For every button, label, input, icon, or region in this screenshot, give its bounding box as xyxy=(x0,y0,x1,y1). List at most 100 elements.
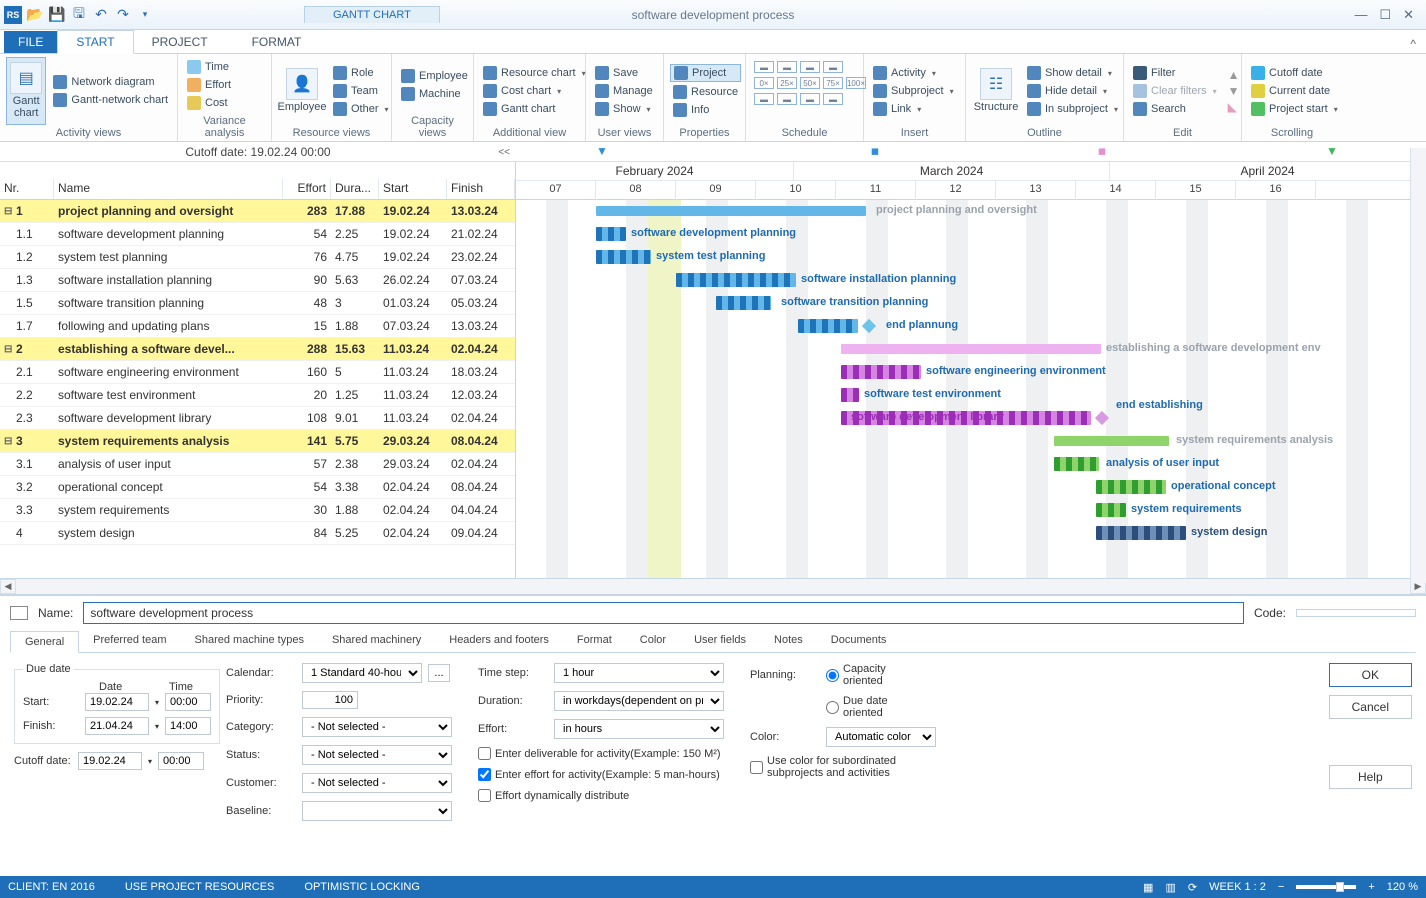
status-icon-2[interactable]: ▥ xyxy=(1165,881,1175,894)
project-start-button[interactable]: Project start▾ xyxy=(1248,101,1341,117)
search-button[interactable]: Search xyxy=(1130,101,1220,117)
gantt-bar[interactable] xyxy=(596,227,626,241)
gantt-bar[interactable] xyxy=(596,206,866,216)
gantt-bar[interactable] xyxy=(798,319,858,333)
ribbon-collapse-icon[interactable]: ^ xyxy=(1400,35,1426,53)
contextual-tab-gantt[interactable]: GANTT CHART xyxy=(304,6,440,23)
tab-format[interactable]: FORMAT xyxy=(234,31,320,53)
baseline-select[interactable] xyxy=(302,801,452,821)
vscroll[interactable] xyxy=(1410,148,1426,583)
dynamic-checkbox[interactable]: Effort dynamically distribute xyxy=(478,789,728,802)
tab-project[interactable]: PROJECT xyxy=(134,31,226,53)
gantt-bar[interactable] xyxy=(1096,503,1126,517)
duration-select[interactable]: in workdays(dependent on project c xyxy=(554,691,724,711)
detail-tab[interactable]: Shared machinery xyxy=(318,630,435,652)
detail-tab[interactable]: General xyxy=(10,631,79,653)
cutoff-date-input[interactable] xyxy=(78,752,142,770)
project-name-input[interactable]: software development process xyxy=(83,602,1244,624)
status-zoom[interactable]: 120 % xyxy=(1387,881,1418,893)
insert-link-button[interactable]: Link▾ xyxy=(870,101,957,117)
col-name-header[interactable]: Name xyxy=(54,179,283,199)
hide-detail-button[interactable]: Hide detail▾ xyxy=(1024,83,1121,99)
schedule-row-2[interactable]: 0×25×50×75×100× xyxy=(754,77,866,89)
save-view-button[interactable]: Save xyxy=(592,65,656,81)
duedate-radio[interactable]: Due date oriented xyxy=(826,695,896,719)
structure-button[interactable]: ☷Structure xyxy=(972,57,1020,125)
project-properties-button[interactable]: Project xyxy=(670,64,741,82)
team-button[interactable]: Team xyxy=(330,83,392,99)
variance-effort-button[interactable]: Effort xyxy=(184,77,265,93)
other-button[interactable]: Other▾ xyxy=(330,101,392,117)
capacity-radio[interactable]: Capacity oriented xyxy=(826,663,896,687)
table-row[interactable]: ⊟2establishing a software devel...28815.… xyxy=(0,338,515,361)
cost-chart-button[interactable]: Cost chart▾ xyxy=(480,83,589,99)
table-row[interactable]: 3.3system requirements301.8802.04.2404.0… xyxy=(0,499,515,522)
effort-checkbox[interactable]: Enter effort for activity(Example: 5 man… xyxy=(478,768,728,781)
table-row[interactable]: 1.5software transition planning48301.03.… xyxy=(0,292,515,315)
gantt-chart-area[interactable]: February 2024March 2024April 2024 070809… xyxy=(516,162,1426,578)
table-row[interactable]: 1.7following and updating plans151.8807.… xyxy=(0,315,515,338)
zoom-slider[interactable] xyxy=(1296,885,1356,889)
eraser-icon[interactable]: ◣ xyxy=(1228,100,1240,114)
ok-button[interactable]: OK xyxy=(1329,663,1412,687)
info-button[interactable]: Info xyxy=(670,102,741,118)
detail-tab[interactable]: Color xyxy=(626,630,680,652)
manage-view-button[interactable]: Manage xyxy=(592,83,656,99)
timestep-select[interactable]: 1 hour xyxy=(554,663,724,683)
calendar-select[interactable]: 1 Standard 40-hour worl xyxy=(302,663,422,683)
qat-dropdown-icon[interactable]: ▾ xyxy=(136,6,154,24)
tab-file[interactable]: FILE xyxy=(4,31,57,53)
table-row[interactable]: 4system design845.2502.04.2409.04.24 xyxy=(0,522,515,545)
cutoff-time-input[interactable] xyxy=(158,752,204,770)
zoom-out-icon[interactable]: − xyxy=(1278,881,1284,893)
gantt-bar[interactable] xyxy=(1096,480,1166,494)
capacity-machine-button[interactable]: Machine xyxy=(398,86,471,102)
collapse-tree-icon[interactable]: << xyxy=(498,147,510,158)
detail-tab[interactable]: Format xyxy=(563,630,626,652)
finish-date-input[interactable] xyxy=(85,717,149,735)
table-row[interactable]: 1.1software development planning542.2519… xyxy=(0,223,515,246)
table-row[interactable]: 2.3software development library1089.0111… xyxy=(0,407,515,430)
deliverable-checkbox[interactable]: Enter deliverable for activity(Example: … xyxy=(478,747,728,760)
gantt-chart-button[interactable]: ▤Gantt chart xyxy=(6,57,46,125)
table-row[interactable]: 1.3software installation planning905.632… xyxy=(0,269,515,292)
move-down-icon[interactable]: ▼ xyxy=(1228,84,1240,98)
tab-start[interactable]: START xyxy=(57,30,133,54)
status-icon-1[interactable]: ▦ xyxy=(1143,881,1153,894)
variance-time-button[interactable]: Time xyxy=(184,59,265,75)
customer-select[interactable]: - Not selected - xyxy=(302,773,452,793)
detail-tab[interactable]: Headers and footers xyxy=(435,630,563,652)
usecolor-checkbox[interactable]: Use color for subordinated subprojects a… xyxy=(750,755,930,779)
current-date-button[interactable]: Current date xyxy=(1248,83,1341,99)
in-subproject-button[interactable]: In subproject▾ xyxy=(1024,101,1121,117)
insert-subproject-button[interactable]: Subproject▾ xyxy=(870,83,957,99)
table-row[interactable]: 3.1analysis of user input572.3829.03.240… xyxy=(0,453,515,476)
col-duration-header[interactable]: Dura... xyxy=(331,179,379,199)
help-button[interactable]: Help xyxy=(1329,765,1412,789)
col-finish-header[interactable]: Finish xyxy=(447,179,515,199)
status-icon-3[interactable]: ⟳ xyxy=(1188,881,1197,894)
gantt-bar[interactable] xyxy=(596,250,651,264)
status-week[interactable]: WEEK 1 : 2 xyxy=(1209,881,1266,893)
maximize-icon[interactable]: ☐ xyxy=(1379,7,1391,23)
col-effort-header[interactable]: Effort xyxy=(283,179,331,199)
effort-select[interactable]: in hours xyxy=(554,719,724,739)
employee-view-button[interactable]: 👤Employee xyxy=(278,57,326,125)
resource-chart-button[interactable]: Resource chart▾ xyxy=(480,65,589,81)
resource-properties-button[interactable]: Resource xyxy=(670,84,741,100)
detail-tab[interactable]: Shared machine types xyxy=(181,630,318,652)
col-nr-header[interactable]: Nr. xyxy=(0,179,54,199)
priority-input[interactable] xyxy=(302,691,358,709)
gantt-bar[interactable] xyxy=(841,365,921,379)
color-select[interactable]: Automatic color xyxy=(826,727,936,747)
gantt-bar[interactable] xyxy=(1054,436,1169,446)
gantt-network-button[interactable]: Gantt-network chart xyxy=(50,92,171,108)
table-row[interactable]: 2.1software engineering environment16051… xyxy=(0,361,515,384)
additional-gantt-button[interactable]: Gantt chart xyxy=(480,101,589,117)
redo-icon[interactable]: ↷ xyxy=(114,6,132,24)
code-input[interactable] xyxy=(1296,609,1416,617)
start-time-input[interactable] xyxy=(165,693,211,711)
capacity-employee-button[interactable]: Employee xyxy=(398,68,471,84)
save2-icon[interactable]: 🖫 xyxy=(70,6,88,24)
hscroll[interactable]: ◀ ▶ xyxy=(0,578,1426,594)
